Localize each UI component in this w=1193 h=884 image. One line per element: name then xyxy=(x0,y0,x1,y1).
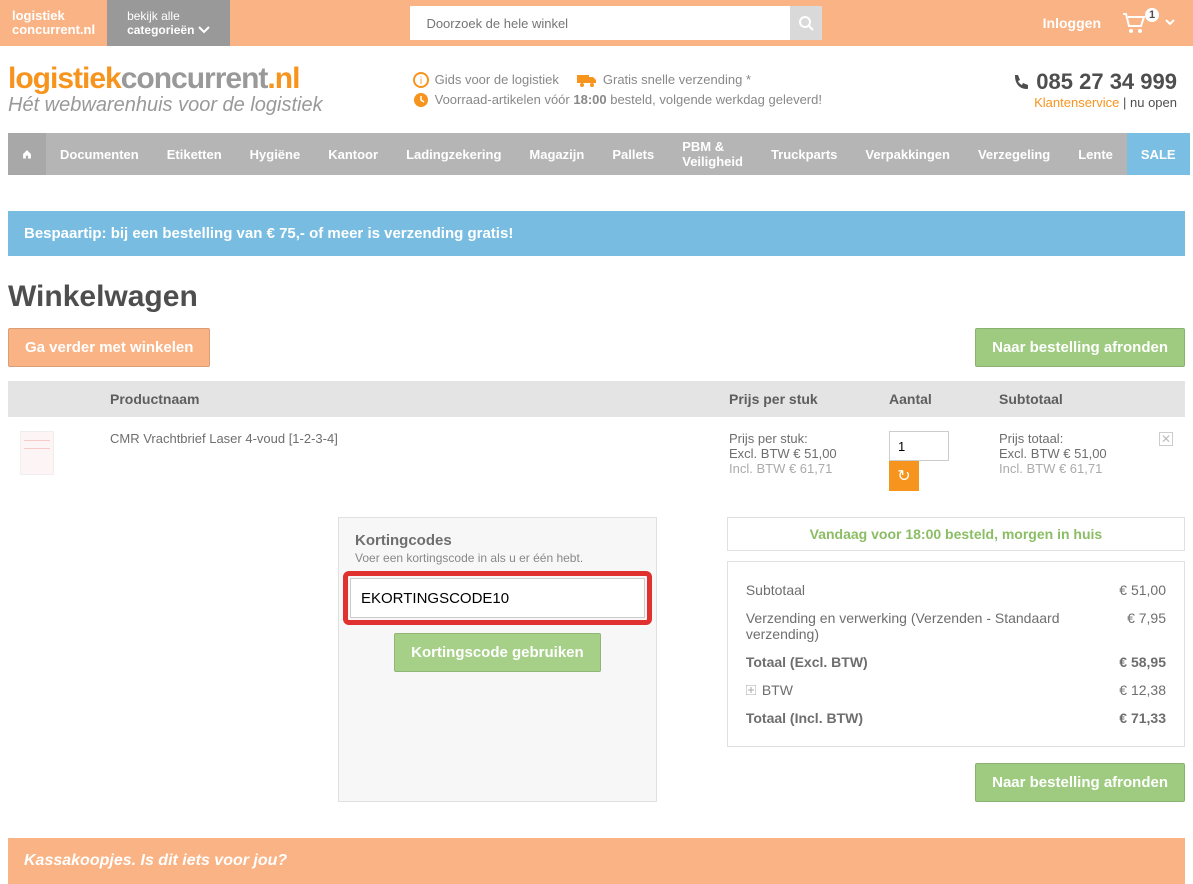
th-qty: Aantal xyxy=(877,381,987,417)
nav-item-0[interactable]: Documenten xyxy=(46,133,153,175)
totals-panel: Subtotaal € 51,00 Verzending en verwerkin… xyxy=(727,561,1185,747)
chevron-down-icon xyxy=(198,24,210,36)
free-shipping-banner: Bespaartip: bij een bestelling van € 75,… xyxy=(8,211,1185,256)
page-title: Winkelwagen xyxy=(8,280,1185,314)
subtotal-excl: Excl. BTW € 51,00 xyxy=(999,446,1135,461)
th-sub: Subtotaal xyxy=(987,381,1147,417)
search-button[interactable] xyxy=(790,6,822,40)
totals-ship-label: Verzending en verwerking (Verzenden - St… xyxy=(746,610,1110,642)
header-contact: 085 27 34 999 Klantenservice | nu open xyxy=(1012,69,1185,110)
checkout-button-top[interactable]: Naar bestelling afronden xyxy=(975,328,1185,367)
login-link[interactable]: Inloggen xyxy=(1043,15,1101,31)
header-usps: i Gids voor de logistiek Gratis snelle v… xyxy=(413,72,822,108)
nav-item-11[interactable]: Lente xyxy=(1064,133,1127,175)
main-header: logistiekconcurrent.nl Hét webwarenhuis … xyxy=(0,46,1193,125)
all-cat-line2: categorieën xyxy=(127,23,194,37)
nav-item-9[interactable]: Verpakkingen xyxy=(851,133,964,175)
nav-item-3[interactable]: Kantoor xyxy=(314,133,392,175)
continue-shopping-button[interactable]: Ga verder met winkelen xyxy=(8,328,210,367)
logo-part3: .nl xyxy=(267,62,299,95)
clock-icon xyxy=(413,92,429,108)
price-incl: Incl. BTW € 61,71 xyxy=(729,461,865,476)
tagline: Hét webwarenhuis voor de logistiek xyxy=(8,94,323,117)
coupon-hint: Voer een kortingscode in als u er één he… xyxy=(355,551,640,565)
price-excl: Excl. BTW € 51,00 xyxy=(729,446,865,461)
th-name: Productnaam xyxy=(98,381,717,417)
coupon-panel: Kortingcodes Voer een kortingscode in al… xyxy=(338,517,657,802)
nav-item-6[interactable]: Pallets xyxy=(598,133,668,175)
truck-icon xyxy=(577,73,597,87)
logo-part2: concurrent xyxy=(121,62,268,95)
usp-shipping: Gratis snelle verzending * xyxy=(603,72,751,87)
usp-stock-pre: Voorraad-artikelen vóór xyxy=(435,92,574,107)
cart-row: CMR Vrachtbrief Laser 4-voud [1-2-3-4] P… xyxy=(8,417,1185,505)
product-name[interactable]: CMR Vrachtbrief Laser 4-voud [1-2-3-4] xyxy=(110,431,338,446)
nav-item-7[interactable]: PBM & Veiligheid xyxy=(668,133,757,175)
usp-stock-bold: 18:00 xyxy=(573,92,606,107)
subtotal-label: Prijs totaal: xyxy=(999,431,1135,446)
apply-coupon-button[interactable]: Kortingscode gebruiken xyxy=(394,633,601,672)
all-cat-line1: bekijk alle xyxy=(127,9,210,23)
usp-stock-post: besteld, volgende werkdag geleverd! xyxy=(607,92,822,107)
price-label: Prijs per stuk: xyxy=(729,431,865,446)
product-thumb[interactable] xyxy=(20,431,54,475)
totals-incl-value: € 71,33 xyxy=(1106,710,1166,726)
search-icon xyxy=(798,15,814,31)
customer-service-link[interactable]: Klantenservice xyxy=(1034,95,1119,110)
totals-sub-value: € 51,00 xyxy=(1106,582,1166,598)
nav-item-5[interactable]: Magazijn xyxy=(515,133,598,175)
coupon-input[interactable] xyxy=(350,578,645,618)
checkout-button-bottom[interactable]: Naar bestelling afronden xyxy=(975,763,1185,802)
search-form xyxy=(410,6,822,40)
phone-icon xyxy=(1012,73,1030,91)
totals-btw-value: € 12,38 xyxy=(1106,682,1166,698)
info-icon: i xyxy=(413,72,429,88)
qty-update-button[interactable]: ↻ xyxy=(889,461,919,491)
delivery-note: Vandaag voor 18:00 besteld, morgen in hu… xyxy=(727,517,1185,551)
logo-block[interactable]: logistiekconcurrent.nl Hét webwarenhuis … xyxy=(8,62,323,117)
top-logo-line2: concurrent.nl xyxy=(12,23,95,37)
totals-btw-label: BTW xyxy=(762,682,793,698)
nav-item-8[interactable]: Truckparts xyxy=(757,133,851,175)
nav-home[interactable] xyxy=(8,133,46,175)
phone-number: 085 27 34 999 xyxy=(1036,69,1177,95)
cart-count-badge: 1 xyxy=(1145,8,1159,22)
nav-sale[interactable]: SALE xyxy=(1127,133,1190,175)
totals-ship-value: € 7,95 xyxy=(1110,610,1166,642)
qty-input[interactable] xyxy=(889,431,949,461)
usp-stock: Voorraad-artikelen vóór 18:00 besteld, v… xyxy=(435,92,822,107)
search-input[interactable] xyxy=(410,6,790,40)
nav-item-10[interactable]: Verzegeling xyxy=(964,133,1064,175)
totals-excl-value: € 58,95 xyxy=(1106,654,1166,670)
totals-sub-label: Subtotaal xyxy=(746,582,805,598)
chevron-down-icon xyxy=(1165,18,1175,28)
main-nav: DocumentenEtikettenHygiëneKantoorLadingz… xyxy=(8,133,1185,175)
home-icon xyxy=(22,145,32,163)
subtotal-incl: Incl. BTW € 61,71 xyxy=(999,461,1135,476)
open-status: | nu open xyxy=(1119,95,1177,110)
usp-guide: Gids voor de logistiek xyxy=(435,72,559,87)
top-logo[interactable]: logistiek concurrent.nl xyxy=(0,9,107,38)
remove-item-button[interactable]: ✕ xyxy=(1159,432,1173,446)
all-categories-button[interactable]: bekijk alle categorieën xyxy=(107,0,230,46)
nav-item-4[interactable]: Ladingzekering xyxy=(392,133,515,175)
nav-item-2[interactable]: Hygiëne xyxy=(236,133,315,175)
cart-table: Productnaam Prijs per stuk Aantal Subtot… xyxy=(8,381,1185,505)
totals-incl-label: Totaal (Incl. BTW) xyxy=(746,710,863,726)
totals-excl-label: Totaal (Excl. BTW) xyxy=(746,654,868,670)
nav-item-1[interactable]: Etiketten xyxy=(153,133,236,175)
expand-icon[interactable] xyxy=(746,685,756,695)
top-logo-line1: logistiek xyxy=(12,9,95,23)
logo-part1: logistiek xyxy=(8,62,121,95)
svg-text:i: i xyxy=(419,76,421,87)
upsell-banner: Kassakoopjes. Is dit iets voor jou? xyxy=(8,838,1185,884)
coupon-title: Kortingcodes xyxy=(355,532,640,549)
top-bar: logistiek concurrent.nl bekijk alle cate… xyxy=(0,0,1193,46)
mini-cart[interactable]: 1 xyxy=(1121,12,1175,34)
cart-icon xyxy=(1121,12,1147,34)
th-price: Prijs per stuk xyxy=(717,381,877,417)
coupon-highlight xyxy=(343,571,652,625)
